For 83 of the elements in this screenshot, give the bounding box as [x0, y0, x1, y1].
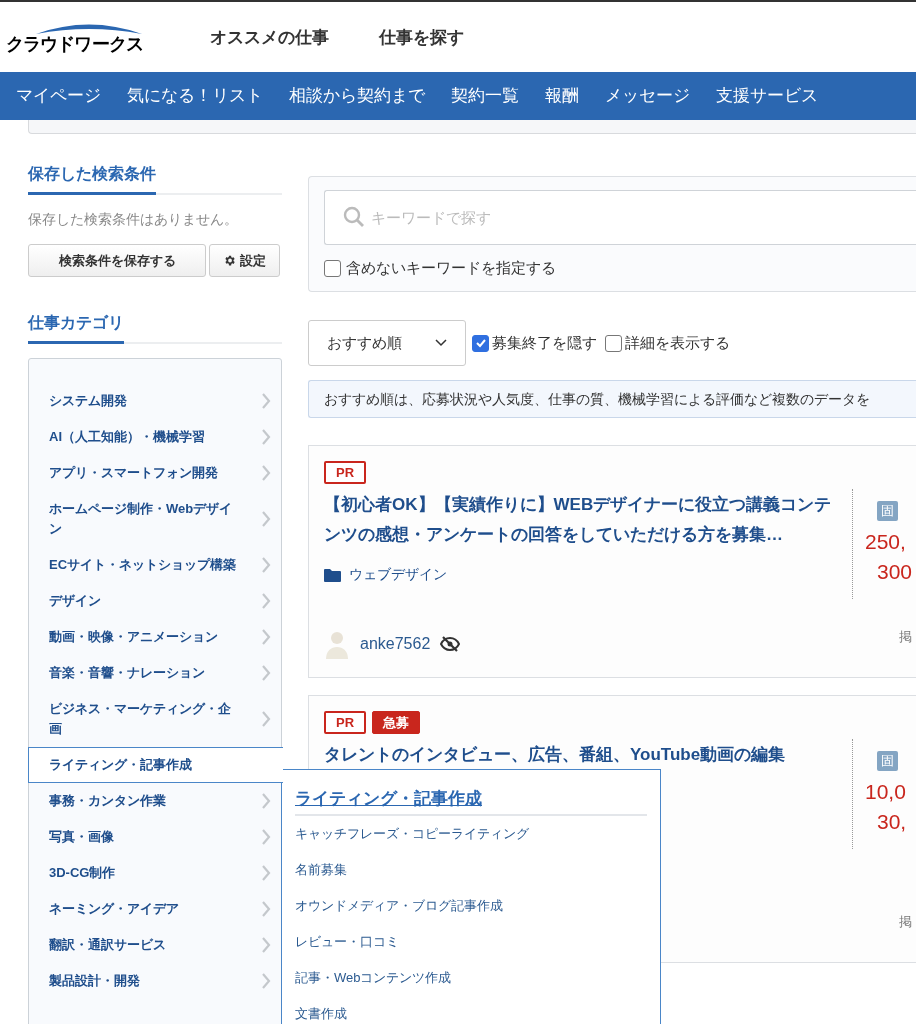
section-title: 保存した検索条件	[28, 162, 156, 195]
nav-link[interactable]: メッセージ	[605, 83, 690, 109]
category-item[interactable]: デザイン	[29, 583, 281, 619]
chevron-right-icon	[261, 865, 271, 881]
badge: 急募	[372, 711, 421, 734]
category-item[interactable]: 動画・映像・アニメーション	[29, 619, 281, 655]
chevron-right-icon	[261, 829, 271, 845]
chevron-right-icon	[261, 557, 271, 573]
chevron-right-icon	[261, 511, 271, 527]
job-title-link[interactable]: 【初心者OK】【実績作りに】WEBデザイナーに役立つ講義コンテンツの感想・アンケートの回答をしていただける方を募集…	[324, 490, 852, 550]
chevron-right-icon	[261, 665, 271, 681]
chevron-right-icon	[261, 793, 271, 809]
folder-icon	[324, 567, 341, 582]
submenu-item[interactable]: 名前募集	[295, 851, 647, 888]
submenu-item[interactable]: 文書作成	[295, 995, 647, 1024]
search-field[interactable]: キーワードで探す	[324, 190, 916, 245]
job-title-link[interactable]: タレントのインタビュー、広告、番組、YouTube動画の編集	[324, 740, 852, 770]
checkbox-label: 募集終了を隠す	[492, 332, 597, 353]
category-item[interactable]: ビジネス・マーケティング・企画	[29, 691, 281, 747]
nav-link[interactable]: 相談から契約まで	[289, 83, 425, 109]
submenu-item[interactable]: オウンドメディア・ブログ記事作成	[295, 887, 647, 924]
chevron-right-icon	[261, 393, 271, 409]
search-icon	[342, 205, 366, 229]
chevron-right-icon	[261, 901, 271, 917]
category-item[interactable]: アプリ・スマートフォン開発	[29, 455, 281, 491]
submenu-item[interactable]: 記事・Webコンテンツ作成	[295, 959, 647, 996]
checkbox[interactable]	[324, 259, 341, 277]
header-link[interactable]: 仕事を探す	[379, 25, 464, 51]
checkbox[interactable]	[605, 334, 622, 352]
badge: PR	[324, 711, 367, 734]
category-item[interactable]: ECサイト・ネットショップ構築	[29, 547, 281, 583]
chevron-right-icon	[261, 973, 271, 989]
empty-message: 保存した検索条件はありません。	[28, 210, 239, 229]
price-type-badge: 固	[877, 751, 898, 771]
avatar-icon	[324, 629, 350, 659]
nav-link[interactable]: 報酬	[545, 83, 579, 109]
caret-icon	[435, 339, 447, 347]
settings-button[interactable]: 設定	[209, 244, 280, 277]
checkbox-label: 詳細を表示する	[625, 332, 730, 353]
price-text: 300	[877, 558, 913, 585]
chevron-right-icon	[261, 937, 271, 953]
category-item[interactable]: AI（人工知能）・機械学習	[29, 419, 281, 455]
price-type-badge: 固	[877, 501, 898, 521]
price-text: 30,	[877, 808, 907, 835]
category-item[interactable]: システム開発	[29, 383, 281, 419]
settings-icon	[223, 254, 236, 267]
checkbox-label: 含めないキーワードを指定する	[346, 258, 556, 278]
category-item[interactable]: 製品設計・開発	[29, 963, 281, 999]
category-item[interactable]: 写真・画像	[29, 819, 281, 855]
client-name-link[interactable]: anke7562	[360, 632, 431, 656]
posted-date-label: 掲	[899, 913, 912, 931]
section-title: 仕事カテゴリ	[28, 311, 124, 344]
category-link[interactable]: ウェブデザイン	[349, 564, 447, 585]
category-item[interactable]: 翻訳・通訳サービス	[29, 927, 281, 963]
save-search-button[interactable]: 検索条件を保存する	[28, 244, 206, 277]
category-item[interactable]: ホームページ制作・Webデザイン	[29, 491, 281, 547]
logo-text[interactable]: クラウドワークス	[6, 35, 143, 53]
submenu-title-link[interactable]: ライティング・記事作成	[295, 789, 482, 808]
nav-link[interactable]: マイページ	[16, 83, 101, 109]
category-item[interactable]: 3D-CG制作	[29, 855, 281, 891]
notice-text: おすすめ順は、応募状況や人気度、仕事の質、機械学習による評価など複数のデータを	[324, 389, 870, 409]
chevron-right-icon	[261, 711, 271, 727]
badge: PR	[324, 461, 367, 484]
nav-link[interactable]: 気になる！リスト	[127, 83, 263, 109]
submenu-item[interactable]: レビュー・口コミ	[295, 923, 647, 960]
checkmark-icon	[474, 337, 487, 349]
chevron-right-icon	[261, 629, 271, 645]
category-item[interactable]: ライティング・記事作成	[28, 747, 283, 783]
submenu-item[interactable]: キャッチフレーズ・コピーライティング	[295, 815, 647, 852]
nav-link[interactable]: 支援サービス	[716, 83, 818, 109]
nav-link[interactable]: 契約一覧	[451, 83, 519, 109]
chevron-right-icon	[261, 429, 271, 445]
category-item[interactable]: ネーミング・アイデア	[29, 891, 281, 927]
category-item[interactable]: 音楽・音響・ナレーション	[29, 655, 281, 691]
category-item[interactable]: 事務・カンタン作業	[29, 783, 281, 819]
checkbox[interactable]	[472, 334, 489, 352]
price-text: 10,0	[865, 778, 906, 805]
header-link[interactable]: オススメの仕事	[210, 25, 329, 51]
chevron-right-icon	[261, 593, 271, 609]
posted-date-label: 掲	[899, 628, 912, 646]
sort-dropdown[interactable]: おすすめ順	[308, 320, 466, 366]
chevron-right-icon	[261, 465, 271, 481]
price-text: 250,	[865, 528, 906, 555]
